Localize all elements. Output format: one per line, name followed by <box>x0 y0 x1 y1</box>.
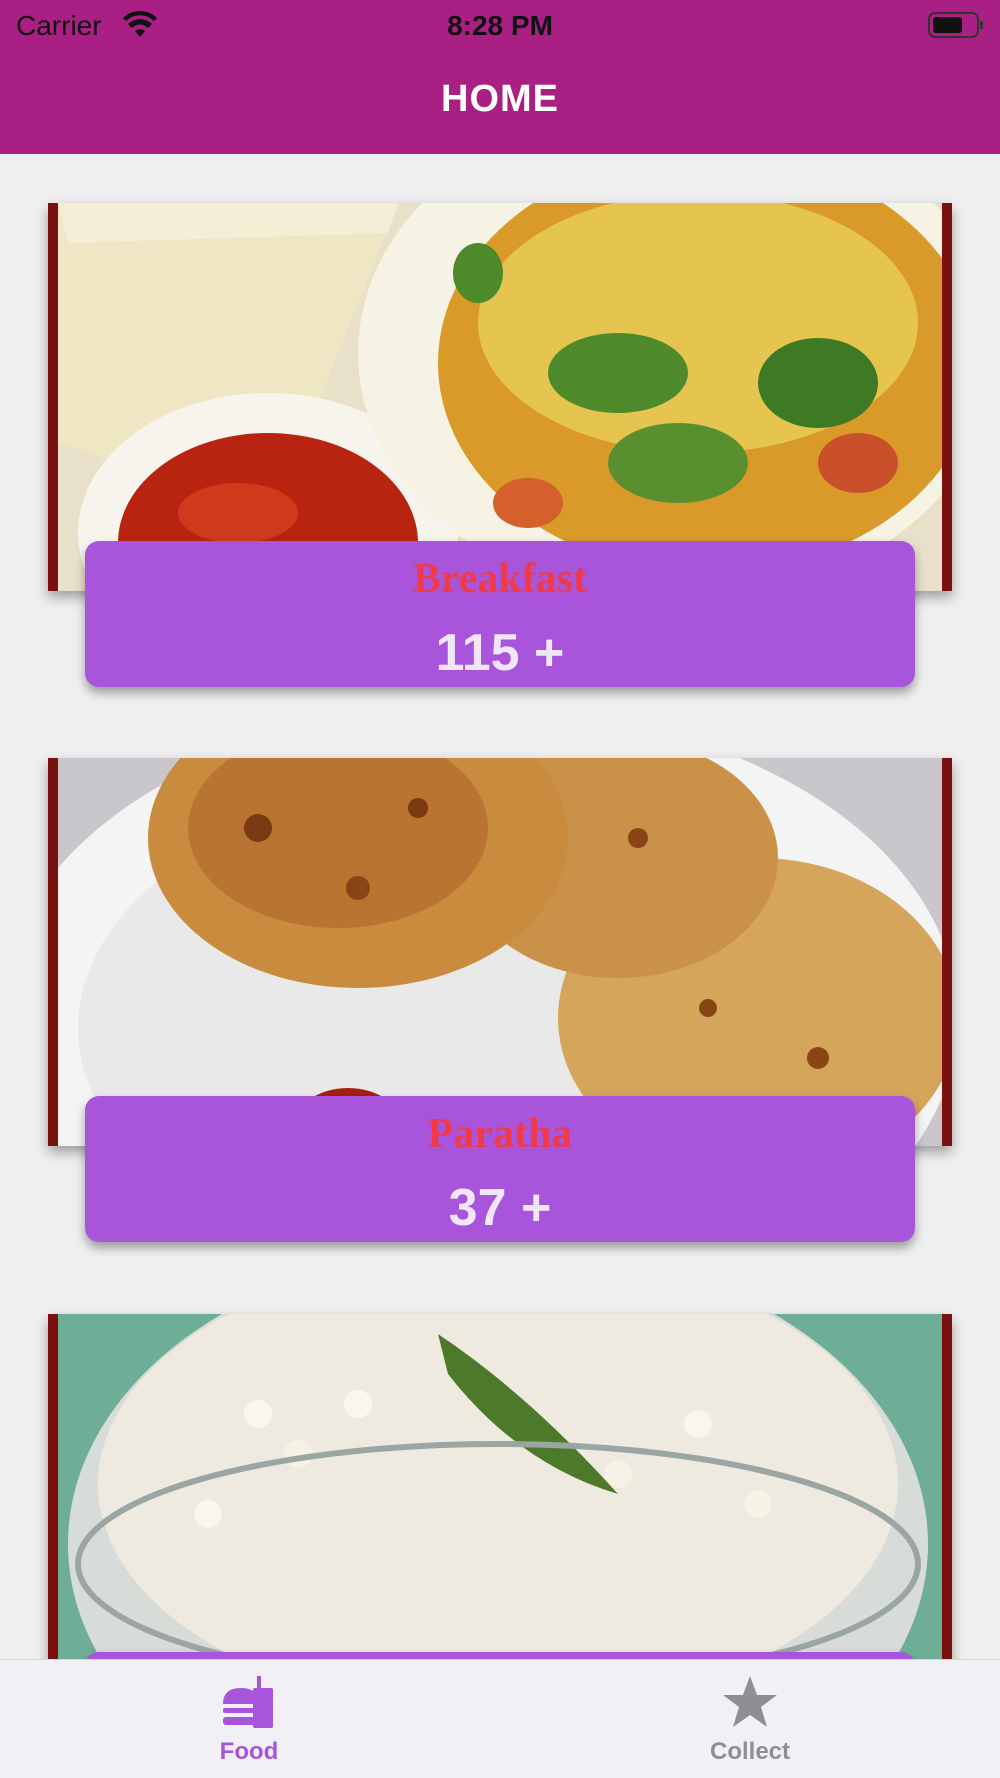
tab-label: Food <box>219 1738 279 1765</box>
status-time: 8:28 PM <box>447 10 553 41</box>
category-image[interactable] <box>48 1314 952 1659</box>
burger-drink-icon <box>223 1676 273 1728</box>
page-title: HOME <box>441 78 559 120</box>
tab-label: Collect <box>709 1738 790 1765</box>
category-count: 115 + <box>435 624 565 682</box>
tab-collect[interactable]: Collect <box>650 1660 850 1778</box>
star-icon <box>723 1676 777 1727</box>
category-name: Paratha <box>427 1111 573 1157</box>
category-name: Breakfast <box>412 556 588 602</box>
header: Carrier 8:28 PM HOME <box>0 0 1000 154</box>
category-label-box[interactable]: Breakfast 115 + <box>85 541 915 687</box>
sabudana-food-image <box>58 1314 942 1659</box>
category-card-paratha[interactable]: Paratha 37 + <box>48 758 952 1242</box>
category-label-box[interactable] <box>85 1652 915 1659</box>
category-label-box[interactable]: Paratha 37 + <box>85 1096 915 1242</box>
category-count: 37 + <box>448 1179 552 1237</box>
category-list[interactable]: Breakfast 115 + Paratha 37 + <box>0 154 1000 1659</box>
category-card-sabudana[interactable] <box>48 1314 952 1659</box>
paratha-food-image <box>58 758 942 1146</box>
category-card-breakfast[interactable]: Breakfast 115 + <box>48 203 952 687</box>
tab-food[interactable]: Food <box>149 1660 349 1778</box>
category-image[interactable] <box>48 203 952 591</box>
breakfast-food-image <box>58 203 942 591</box>
category-image[interactable] <box>48 758 952 1146</box>
status-bar: Carrier 8:28 PM <box>0 0 1000 50</box>
tab-bar: Food Collect <box>0 1659 1000 1778</box>
battery-icon <box>928 12 983 38</box>
